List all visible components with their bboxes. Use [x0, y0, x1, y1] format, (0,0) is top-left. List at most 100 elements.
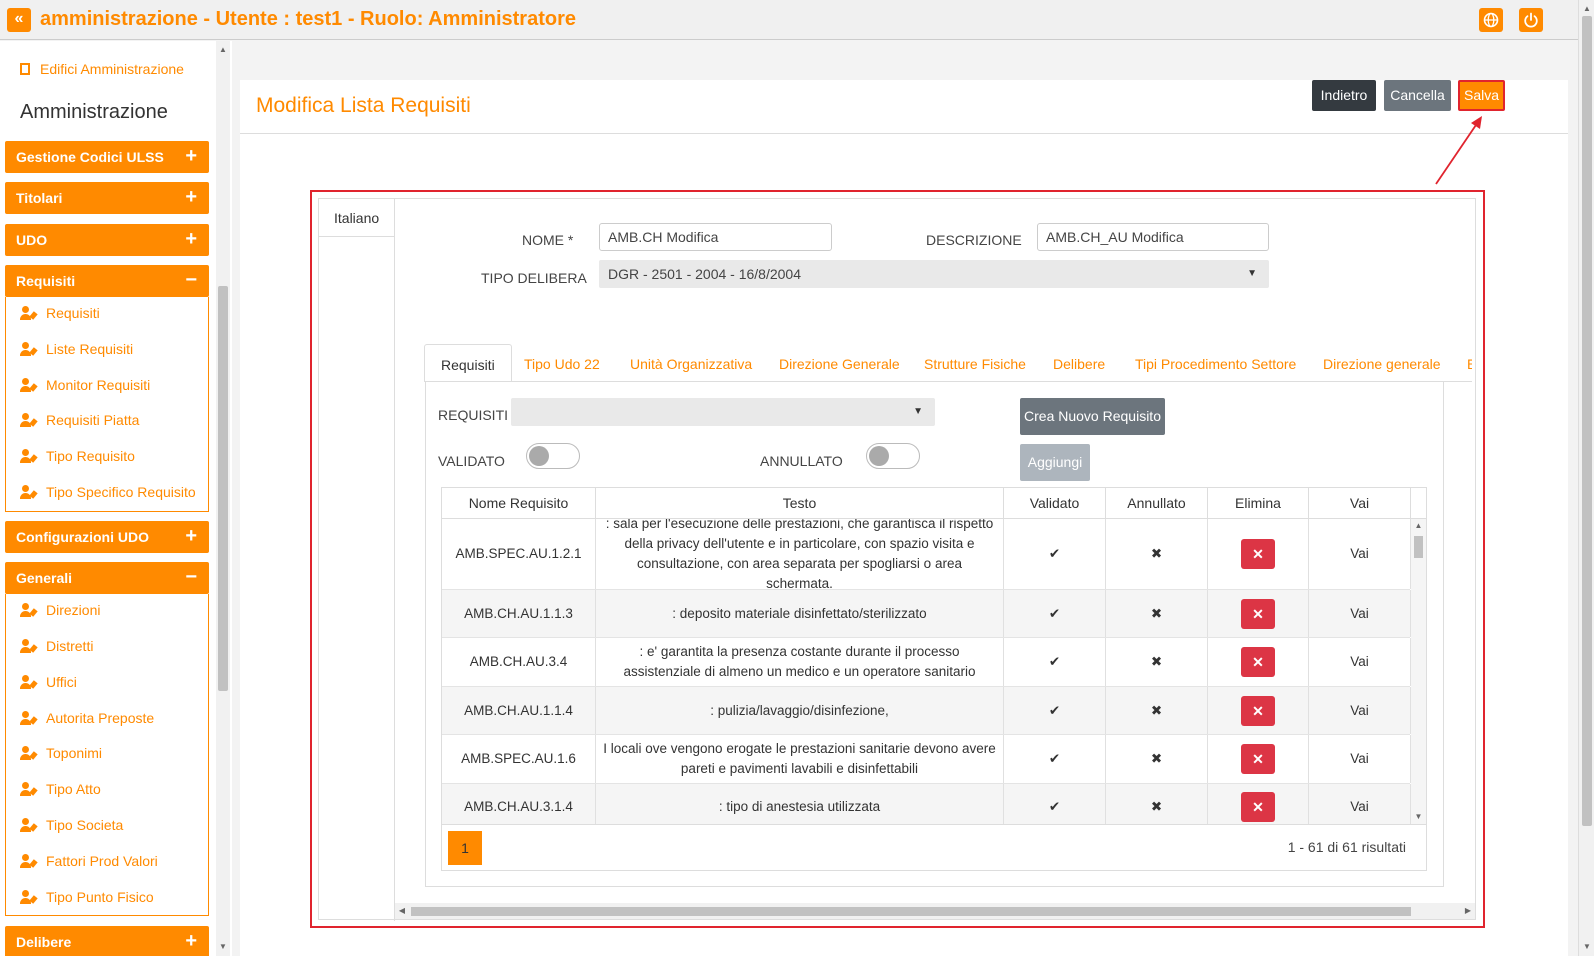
- sidebar-item-tipo-punto-fisico[interactable]: Tipo Punto Fisico: [20, 889, 154, 909]
- table-row: AMB.CH.AU.3.1.4 : tipo di anestesia util…: [442, 784, 1411, 824]
- sidebar-section-delibere[interactable]: Delibere +: [5, 926, 209, 956]
- cancel-button[interactable]: Cancella: [1384, 80, 1451, 111]
- collapse-sidebar-button[interactable]: «: [7, 8, 31, 32]
- sidebar-item-toponimi[interactable]: Toponimi: [20, 745, 102, 765]
- user-edit-icon: [20, 306, 38, 320]
- cell-testo: : deposito materiale disinfettato/steril…: [596, 590, 1004, 637]
- tab-delibere[interactable]: Delibere: [1053, 344, 1105, 381]
- scroll-down-arrow-icon[interactable]: ▼: [1411, 810, 1426, 824]
- nome-input[interactable]: AMB.CH Modifica: [599, 223, 832, 251]
- tab-italiano[interactable]: Italiano: [319, 199, 395, 237]
- vai-link[interactable]: Vai: [1309, 519, 1411, 589]
- grid-scrollbar[interactable]: ▲ ▼: [1411, 519, 1426, 824]
- scroll-down-arrow-icon[interactable]: ▼: [1579, 940, 1594, 954]
- sidebar-section-generali[interactable]: Generali −: [5, 562, 209, 594]
- vai-link[interactable]: Vai: [1309, 784, 1411, 824]
- sidebar-section-gestione-codici-ulss[interactable]: Gestione Codici ULSS +: [5, 141, 209, 173]
- sidebar-link-edifici[interactable]: Edifici Amministrazione: [20, 61, 184, 77]
- cell-testo: : pulizia/lavaggio/disinfezione,: [596, 687, 1004, 734]
- vai-link[interactable]: Vai: [1309, 638, 1411, 686]
- tab-tipi-procedimento-settore[interactable]: Tipi Procedimento Settore: [1135, 344, 1296, 381]
- sidebar-item-tipo-atto[interactable]: Tipo Atto: [20, 781, 101, 801]
- vai-link[interactable]: Vai: [1309, 687, 1411, 734]
- vai-link[interactable]: Vai: [1309, 590, 1411, 637]
- sidebar-item-tipo-specifico-requisito[interactable]: Tipo Specifico Requisito: [20, 484, 196, 504]
- column-header-annullato[interactable]: Annullato: [1106, 488, 1208, 519]
- create-requisito-button[interactable]: Crea Nuovo Requisito: [1020, 398, 1165, 435]
- user-edit-icon: [20, 378, 38, 392]
- scroll-left-arrow-icon[interactable]: ◀: [395, 903, 409, 919]
- tab-unita-organizzativa[interactable]: Unità Organizzativa: [630, 344, 752, 381]
- add-button[interactable]: Aggiungi: [1020, 444, 1090, 481]
- tab-strutture-fisiche[interactable]: Strutture Fisiche: [924, 344, 1026, 381]
- column-header-testo[interactable]: Testo: [596, 488, 1004, 519]
- sidebar-item-requisiti[interactable]: Requisiti: [20, 305, 100, 325]
- sidebar-item-autorita-preposte[interactable]: Autorita Preposte: [20, 710, 154, 730]
- minus-icon: −: [185, 269, 197, 291]
- sidebar-item-fattori-prod-valori[interactable]: Fattori Prod Valori: [20, 853, 158, 873]
- tipo-delibera-select[interactable]: DGR - 2501 - 2004 - 16/8/2004 ▼: [599, 260, 1269, 288]
- scroll-up-arrow-icon[interactable]: ▲: [216, 43, 230, 57]
- plus-icon: +: [185, 525, 197, 547]
- scroll-down-arrow-icon[interactable]: ▼: [216, 940, 230, 954]
- sidebar-section-titolari[interactable]: Titolari +: [5, 182, 209, 214]
- sidebar-scroll-thumb[interactable]: [218, 286, 228, 691]
- sidebar-item-requisiti-piatta[interactable]: Requisiti Piatta: [20, 412, 139, 432]
- column-header-vai[interactable]: Vai: [1309, 488, 1411, 519]
- lang-tab-divider: [394, 236, 395, 921]
- tab-tipo-udo[interactable]: Tipo Udo 22: [524, 344, 600, 381]
- scroll-up-arrow-icon[interactable]: ▲: [1411, 519, 1426, 533]
- app-title: amministrazione - Utente : test1 - Ruolo…: [40, 8, 576, 30]
- plus-icon: +: [185, 930, 197, 952]
- delete-button[interactable]: ✕: [1241, 539, 1275, 569]
- descrizione-input[interactable]: AMB.CH_AU Modifica: [1037, 223, 1269, 251]
- language-button[interactable]: [1479, 8, 1503, 32]
- sidebar-item-monitor-requisiti[interactable]: Monitor Requisiti: [20, 377, 150, 397]
- column-header-nome[interactable]: Nome Requisito: [442, 488, 596, 519]
- sidebar-item-direzioni[interactable]: Direzioni: [20, 602, 100, 622]
- page-scroll-thumb[interactable]: [1582, 16, 1592, 826]
- delete-button[interactable]: ✕: [1241, 744, 1275, 774]
- scroll-right-arrow-icon[interactable]: ▶: [1461, 903, 1475, 919]
- annullato-toggle[interactable]: [866, 443, 920, 469]
- tab-direzione-generale[interactable]: Direzione Generale: [779, 344, 900, 381]
- sidebar-item-tipo-requisito[interactable]: Tipo Requisito: [20, 448, 135, 468]
- sidebar-section-requisiti[interactable]: Requisiti −: [5, 265, 209, 297]
- tab-direzione-generale-2[interactable]: Direzione generale: [1323, 344, 1441, 381]
- sidebar-scrollbar[interactable]: ▲ ▼: [216, 41, 230, 956]
- caret-down-icon: ▼: [1247, 268, 1257, 279]
- cell-nome: AMB.SPEC.AU.1.2.1: [442, 519, 596, 589]
- sidebar-item-label: Toponimi: [46, 745, 103, 761]
- page-button[interactable]: 1: [448, 831, 482, 865]
- sidebar-item-label: Tipo Requisito: [46, 448, 135, 464]
- scroll-up-arrow-icon[interactable]: ▲: [1579, 2, 1594, 16]
- page-scrollbar[interactable]: ▲ ▼: [1578, 0, 1594, 956]
- horizontal-scrollbar[interactable]: ◀ ▶: [395, 903, 1475, 919]
- sidebar-section-configurazioni-udo[interactable]: Configurazioni UDO +: [5, 521, 209, 553]
- sidebar-section-label: Delibere: [16, 934, 72, 950]
- tab-more[interactable]: E: [1467, 344, 1472, 381]
- horizontal-scroll-thumb[interactable]: [411, 907, 1411, 916]
- requisiti-select[interactable]: ▼: [511, 398, 935, 426]
- back-button[interactable]: Indietro: [1312, 80, 1376, 111]
- cross-icon: ✖: [1106, 590, 1208, 637]
- validato-toggle[interactable]: [526, 443, 580, 469]
- sidebar-item-tipo-societa[interactable]: Tipo Societa: [20, 817, 123, 837]
- vai-link[interactable]: Vai: [1309, 735, 1411, 783]
- delete-button[interactable]: ✕: [1241, 598, 1275, 629]
- requisiti-grid: Nome Requisito Testo Validato Annullato …: [441, 487, 1427, 871]
- column-header-validato[interactable]: Validato: [1004, 488, 1106, 519]
- column-header-elimina[interactable]: Elimina: [1208, 488, 1309, 519]
- check-icon: ✔: [1004, 638, 1106, 686]
- delete-button[interactable]: ✕: [1241, 791, 1275, 822]
- sidebar-item-liste-requisiti[interactable]: Liste Requisiti: [20, 341, 133, 361]
- sidebar-section-udo[interactable]: UDO +: [5, 224, 209, 256]
- delete-button[interactable]: ✕: [1241, 695, 1275, 726]
- delete-button[interactable]: ✕: [1241, 647, 1275, 677]
- tab-requisiti[interactable]: Requisiti: [424, 344, 512, 381]
- logout-button[interactable]: [1519, 8, 1543, 32]
- sidebar-item-uffici[interactable]: Uffici: [20, 674, 77, 694]
- sidebar-item-distretti[interactable]: Distretti: [20, 638, 93, 658]
- save-button[interactable]: Salva: [1458, 80, 1505, 111]
- grid-scroll-thumb[interactable]: [1414, 536, 1423, 558]
